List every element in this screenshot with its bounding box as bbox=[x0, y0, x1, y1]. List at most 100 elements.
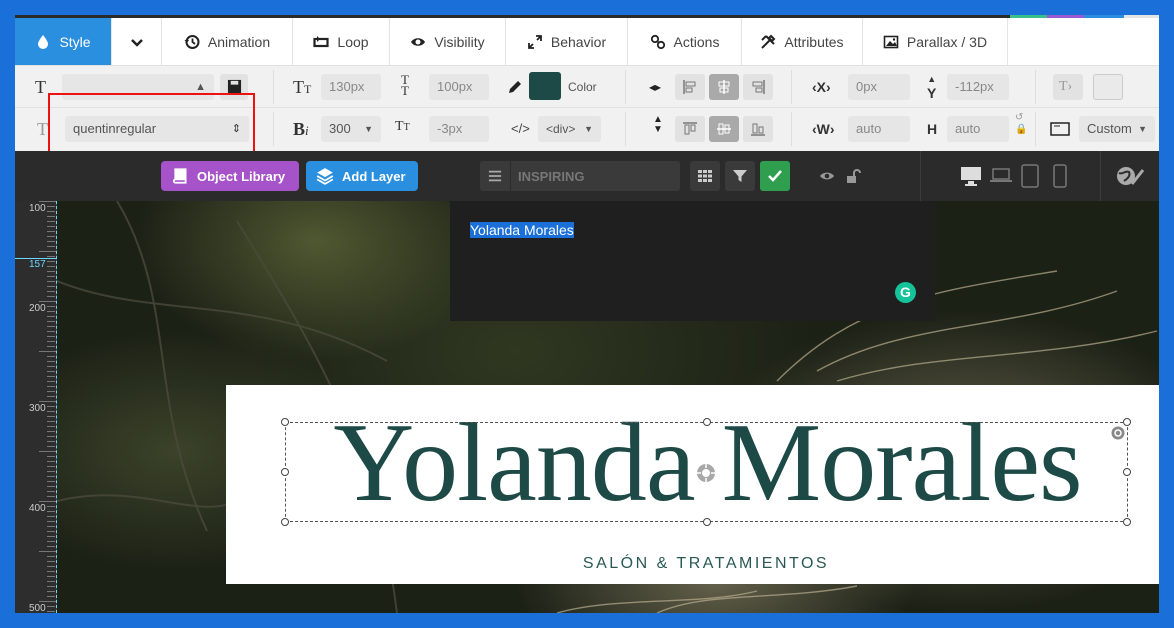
resize-handle[interactable] bbox=[1123, 518, 1131, 526]
ruler-tick bbox=[47, 261, 55, 262]
tab-label: Behavior bbox=[550, 33, 607, 50]
tab-actions[interactable]: Actions bbox=[628, 18, 742, 65]
layer-text-editor[interactable]: Yolanda Morales bbox=[470, 222, 574, 238]
ruler-tick bbox=[47, 331, 55, 332]
ruler-tick bbox=[47, 591, 55, 592]
tab-animation[interactable]: Animation bbox=[162, 18, 293, 65]
ruler-tick bbox=[47, 276, 55, 277]
tag-select[interactable]: <div> ▼ bbox=[538, 116, 601, 142]
color-swatch[interactable] bbox=[529, 72, 561, 100]
ruler-tick bbox=[47, 236, 55, 237]
ruler-tick bbox=[47, 486, 55, 487]
align-bottom-button[interactable] bbox=[743, 116, 773, 142]
ruler-tick bbox=[47, 311, 55, 312]
ruler-tick bbox=[47, 596, 55, 597]
filter-icon bbox=[733, 170, 747, 182]
font-weight-icon: Bi bbox=[293, 119, 309, 139]
ruler-tick bbox=[47, 541, 55, 542]
object-library-button[interactable]: Object Library bbox=[161, 161, 299, 191]
ruler-tick bbox=[47, 226, 55, 227]
confirm-button[interactable] bbox=[760, 161, 790, 191]
letter-spacing-input[interactable]: -3px bbox=[429, 116, 489, 142]
font-size-input[interactable]: 130px bbox=[321, 74, 381, 100]
x-input[interactable]: 0px bbox=[848, 74, 910, 100]
size-mode-select[interactable]: Custom ▼ bbox=[1079, 116, 1155, 142]
phone-icon[interactable] bbox=[1053, 164, 1067, 188]
ruler-label: 500 bbox=[29, 603, 46, 613]
ruler-tick bbox=[47, 516, 55, 517]
ruler-tick bbox=[47, 496, 55, 497]
unlock-icon[interactable] bbox=[845, 168, 861, 184]
font-weight-select[interactable]: 300 ▼ bbox=[321, 116, 381, 142]
layout-button[interactable] bbox=[1093, 74, 1123, 100]
ruler-tick bbox=[47, 376, 55, 377]
resize-handle[interactable] bbox=[281, 468, 289, 476]
ruler-tick bbox=[47, 506, 55, 507]
guide-line bbox=[56, 201, 57, 613]
rotate-handle-icon[interactable] bbox=[1111, 426, 1125, 440]
align-right-button[interactable] bbox=[743, 74, 773, 100]
resize-handle[interactable] bbox=[703, 418, 711, 426]
layers-icon bbox=[316, 168, 334, 185]
add-layer-button[interactable]: Add Layer bbox=[306, 161, 418, 191]
ruler-tick bbox=[47, 211, 55, 212]
move-handle-icon[interactable] bbox=[695, 462, 717, 484]
editor-frame: Style Animation Loop Visibility Behavior… bbox=[15, 15, 1159, 613]
y-input[interactable]: -112px bbox=[947, 74, 1009, 100]
resize-handle[interactable] bbox=[281, 418, 289, 426]
resize-handle[interactable] bbox=[703, 518, 711, 526]
x-label: ‹X› bbox=[812, 79, 831, 95]
slide-name: INSPIRING bbox=[518, 169, 585, 184]
tab-style[interactable]: Style bbox=[15, 18, 112, 65]
tablet-icon[interactable] bbox=[1021, 164, 1039, 188]
height-input[interactable]: auto bbox=[947, 116, 1009, 142]
tab-attributes[interactable]: Attributes bbox=[742, 18, 863, 65]
align-middle-button[interactable] bbox=[709, 116, 739, 142]
ruler-label: 100 bbox=[29, 203, 46, 214]
text-transform-button[interactable]: T› bbox=[1053, 74, 1083, 100]
resize-handle[interactable] bbox=[1123, 418, 1131, 426]
width-input[interactable]: auto bbox=[848, 116, 910, 142]
ruler-tick bbox=[39, 201, 57, 202]
grammarly-icon[interactable]: G bbox=[895, 282, 916, 303]
eye-icon[interactable] bbox=[818, 168, 836, 184]
ruler-tick bbox=[47, 416, 55, 417]
ruler-tick bbox=[47, 526, 55, 527]
ruler-tick bbox=[47, 571, 55, 572]
resize-icon bbox=[527, 34, 542, 49]
layer-subtitle[interactable]: SALÓN & TRATAMIENTOS bbox=[226, 555, 1159, 573]
align-top-button[interactable] bbox=[675, 116, 705, 142]
tab-more[interactable] bbox=[112, 18, 162, 65]
lock-ratio-icon[interactable]: ↺ 🔒 bbox=[1015, 112, 1027, 136]
ruler-tick bbox=[47, 546, 55, 547]
ruler-tick bbox=[47, 511, 55, 512]
slide-canvas[interactable]: 100 157 200 300 400 500 Yolanda Morales G Yol… bbox=[15, 201, 1159, 613]
tab-behavior[interactable]: Behavior bbox=[506, 18, 628, 65]
slide-selector[interactable]: INSPIRING bbox=[480, 161, 680, 191]
horizontal-align-icon: ◂▸ bbox=[649, 80, 662, 94]
ruler-tick bbox=[39, 351, 57, 352]
grid-button[interactable] bbox=[690, 161, 720, 191]
ruler-tick bbox=[47, 266, 55, 267]
ruler-tick bbox=[47, 536, 55, 537]
letter-spacing-icon: TT bbox=[395, 119, 410, 134]
ruler-tick bbox=[47, 256, 55, 257]
h-label: H bbox=[927, 121, 938, 137]
tab-parallax[interactable]: Parallax / 3D bbox=[863, 18, 1008, 65]
tab-label: Style bbox=[59, 33, 91, 50]
filter-button[interactable] bbox=[725, 161, 755, 191]
ruler-tick bbox=[47, 566, 55, 567]
laptop-icon[interactable] bbox=[990, 167, 1012, 185]
line-height-input[interactable]: 100px bbox=[429, 74, 489, 100]
tab-loop[interactable]: Loop bbox=[293, 18, 390, 65]
color-label: Color bbox=[568, 80, 597, 94]
align-center-button[interactable] bbox=[709, 74, 739, 100]
align-left-button[interactable] bbox=[675, 74, 705, 100]
globe-edit-icon[interactable] bbox=[1115, 164, 1145, 188]
resize-handle[interactable] bbox=[281, 518, 289, 526]
ruler-tick bbox=[47, 456, 55, 457]
desktop-icon[interactable] bbox=[960, 165, 982, 187]
resize-handle[interactable] bbox=[1123, 468, 1131, 476]
selection-box[interactable] bbox=[281, 418, 1131, 526]
tab-visibility[interactable]: Visibility bbox=[390, 18, 506, 65]
